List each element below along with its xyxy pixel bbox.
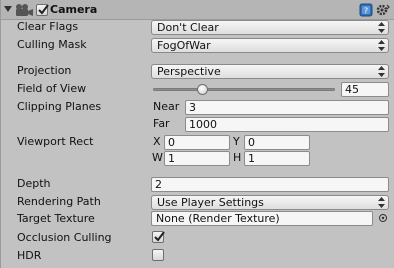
- camera-icon: [16, 4, 33, 16]
- viewport-x-label: X: [153, 135, 161, 148]
- component-title: Camera: [50, 3, 98, 16]
- viewport-h-label: H: [233, 151, 242, 164]
- depth-label: Depth: [17, 177, 51, 190]
- field-of-view-label: Field of View: [17, 82, 87, 95]
- culling-mask-value: FogOfWar: [157, 39, 211, 52]
- hdr-label: HDR: [17, 249, 42, 262]
- viewport-y-input[interactable]: 0: [244, 135, 310, 150]
- dropdown-arrows-icon: [378, 40, 385, 51]
- dropdown-arrows-icon: [378, 197, 385, 208]
- dropdown-arrows-icon: [378, 66, 385, 77]
- occlusion-culling-checkbox[interactable]: [152, 231, 165, 243]
- near-label: Near: [153, 100, 180, 113]
- near-clip-input[interactable]: 3: [185, 100, 389, 115]
- viewport-h-input[interactable]: 1: [244, 151, 310, 166]
- viewport-w-input[interactable]: 1: [164, 151, 230, 166]
- target-texture-object-field[interactable]: None (Render Texture): [151, 211, 373, 226]
- field-of-view-slider-thumb[interactable]: [197, 84, 209, 95]
- field-of-view-slider-track[interactable]: [153, 88, 335, 91]
- camera-inspector-panel: Camera ? Clear Flags Don't Clear Culling…: [0, 0, 394, 268]
- projection-value: Perspective: [157, 65, 221, 78]
- help-icon[interactable]: ?: [359, 3, 373, 17]
- dropdown-arrows-icon: [378, 22, 385, 33]
- culling-mask-dropdown[interactable]: FogOfWar: [151, 38, 389, 53]
- viewport-y-label: Y: [233, 135, 240, 148]
- svg-text:?: ?: [364, 7, 368, 16]
- field-of-view-input[interactable]: 45: [341, 82, 389, 97]
- far-label: Far: [153, 117, 170, 130]
- occlusion-culling-label: Occlusion Culling: [17, 231, 112, 244]
- clear-flags-value: Don't Clear: [157, 21, 219, 34]
- rendering-path-dropdown[interactable]: Use Player Settings: [151, 195, 389, 210]
- component-header[interactable]: Camera ?: [1, 0, 394, 20]
- object-picker-icon[interactable]: [378, 213, 388, 223]
- culling-mask-label: Culling Mask: [17, 38, 87, 51]
- viewport-x-input[interactable]: 0: [164, 135, 230, 150]
- hdr-checkbox[interactable]: [152, 249, 164, 261]
- projection-dropdown[interactable]: Perspective: [151, 64, 389, 79]
- depth-input[interactable]: 2: [151, 177, 389, 192]
- clipping-planes-label: Clipping Planes: [17, 100, 102, 113]
- viewport-w-label: W: [152, 151, 163, 164]
- clear-flags-dropdown[interactable]: Don't Clear: [151, 20, 389, 35]
- far-clip-input[interactable]: 1000: [185, 117, 389, 132]
- clear-flags-label: Clear Flags: [17, 20, 79, 33]
- gear-icon[interactable]: [376, 3, 390, 17]
- foldout-arrow-icon[interactable]: [4, 6, 12, 12]
- rendering-path-value: Use Player Settings: [157, 196, 264, 209]
- checkmark-icon: [38, 4, 49, 15]
- viewport-rect-label: Viewport Rect: [17, 135, 94, 148]
- target-texture-label: Target Texture: [17, 212, 95, 225]
- checkmark-icon: [154, 231, 165, 242]
- component-enabled-checkbox[interactable]: [36, 4, 49, 16]
- rendering-path-label: Rendering Path: [17, 195, 101, 208]
- projection-label: Projection: [17, 64, 72, 77]
